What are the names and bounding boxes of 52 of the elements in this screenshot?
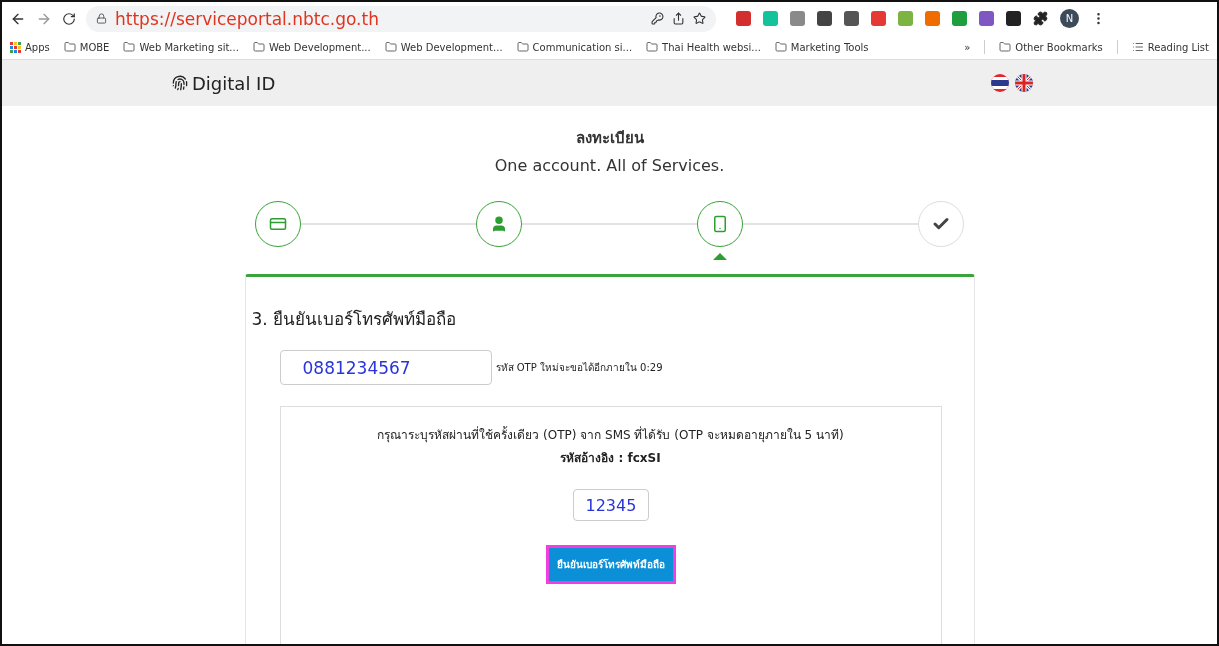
bookmark[interactable]: Web Development... — [252, 41, 371, 53]
profile-avatar[interactable]: N — [1060, 9, 1079, 28]
lock-icon — [96, 13, 107, 24]
bookmark[interactable]: Other Bookmarks — [999, 41, 1103, 53]
otp-field[interactable]: 12345 — [572, 489, 649, 521]
resend-note: รหัส OTP ใหม่จะขอได้อีกภายใน 0:29 — [495, 361, 663, 375]
bookmark[interactable]: Communication si... — [516, 41, 633, 53]
list-icon — [1131, 41, 1144, 53]
phone-field[interactable]: 0881234567 — [279, 350, 492, 385]
brand-logo[interactable]: Digital ID — [172, 72, 276, 94]
section-title: 3. ยืนยันเบอร์โทรศัพท์มือถือ — [251, 308, 458, 331]
folder-icon — [123, 41, 136, 53]
bookmark[interactable]: Web Marketing sit... — [123, 41, 239, 53]
extension-icon[interactable] — [952, 11, 967, 26]
folder-icon — [774, 41, 787, 53]
reload-icon[interactable] — [62, 11, 76, 26]
folder-icon — [252, 41, 265, 53]
bookmark[interactable]: Apps — [10, 41, 50, 53]
folder-icon — [999, 41, 1012, 53]
page-subtitle: One account. All of Services. — [494, 156, 725, 175]
extension-icon[interactable] — [790, 11, 805, 26]
fingerprint-icon — [172, 75, 188, 91]
reading-list[interactable]: Reading List — [1131, 41, 1209, 53]
extension-icon[interactable] — [817, 11, 832, 26]
bookmarks-overflow[interactable]: » — [964, 41, 971, 53]
otp-instruction: กรุณาระบุรหัสผ่านที่ใช้ครั้งเดียว (OTP) จาก SMS ที่ได้รับ (OTP จะหมดอายุภายใน 5 นาที) — [377, 425, 844, 444]
thai-flag-icon[interactable] — [991, 74, 1009, 92]
bookmark[interactable]: Thai Health websi... — [646, 41, 761, 53]
extension-icon[interactable] — [736, 11, 751, 26]
confirm-button[interactable]: ยืนยันเบอร์โทรศัพท์มือถือ — [545, 545, 676, 584]
extension-icon[interactable] — [844, 11, 859, 26]
apps-icon — [10, 41, 21, 53]
puzzle-icon[interactable] — [1033, 11, 1048, 26]
bookmark[interactable]: MOBE — [63, 41, 110, 53]
card-icon — [268, 215, 287, 233]
page-title: ลงทะเบียน — [575, 128, 644, 149]
extension-icon[interactable] — [979, 11, 994, 26]
extension-icon[interactable] — [1006, 11, 1021, 26]
extension-icon[interactable] — [925, 11, 940, 26]
star-icon[interactable] — [693, 12, 706, 25]
folder-icon — [63, 41, 76, 53]
folder-icon — [516, 41, 529, 53]
bookmark[interactable]: Marketing Tools — [774, 41, 869, 53]
bookmark[interactable]: Web Development... — [384, 41, 503, 53]
extension-icon[interactable] — [871, 11, 886, 26]
folder-icon — [384, 41, 397, 53]
uk-flag-icon[interactable] — [1015, 74, 1033, 92]
address-bar[interactable]: https://serviceportal.nbtc.go.th — [86, 5, 716, 32]
key-icon[interactable] — [651, 12, 664, 25]
share-icon[interactable] — [672, 12, 685, 25]
reference-code: รหัสอ้างอิง : fcxSI — [560, 450, 661, 467]
folder-icon — [646, 41, 659, 53]
